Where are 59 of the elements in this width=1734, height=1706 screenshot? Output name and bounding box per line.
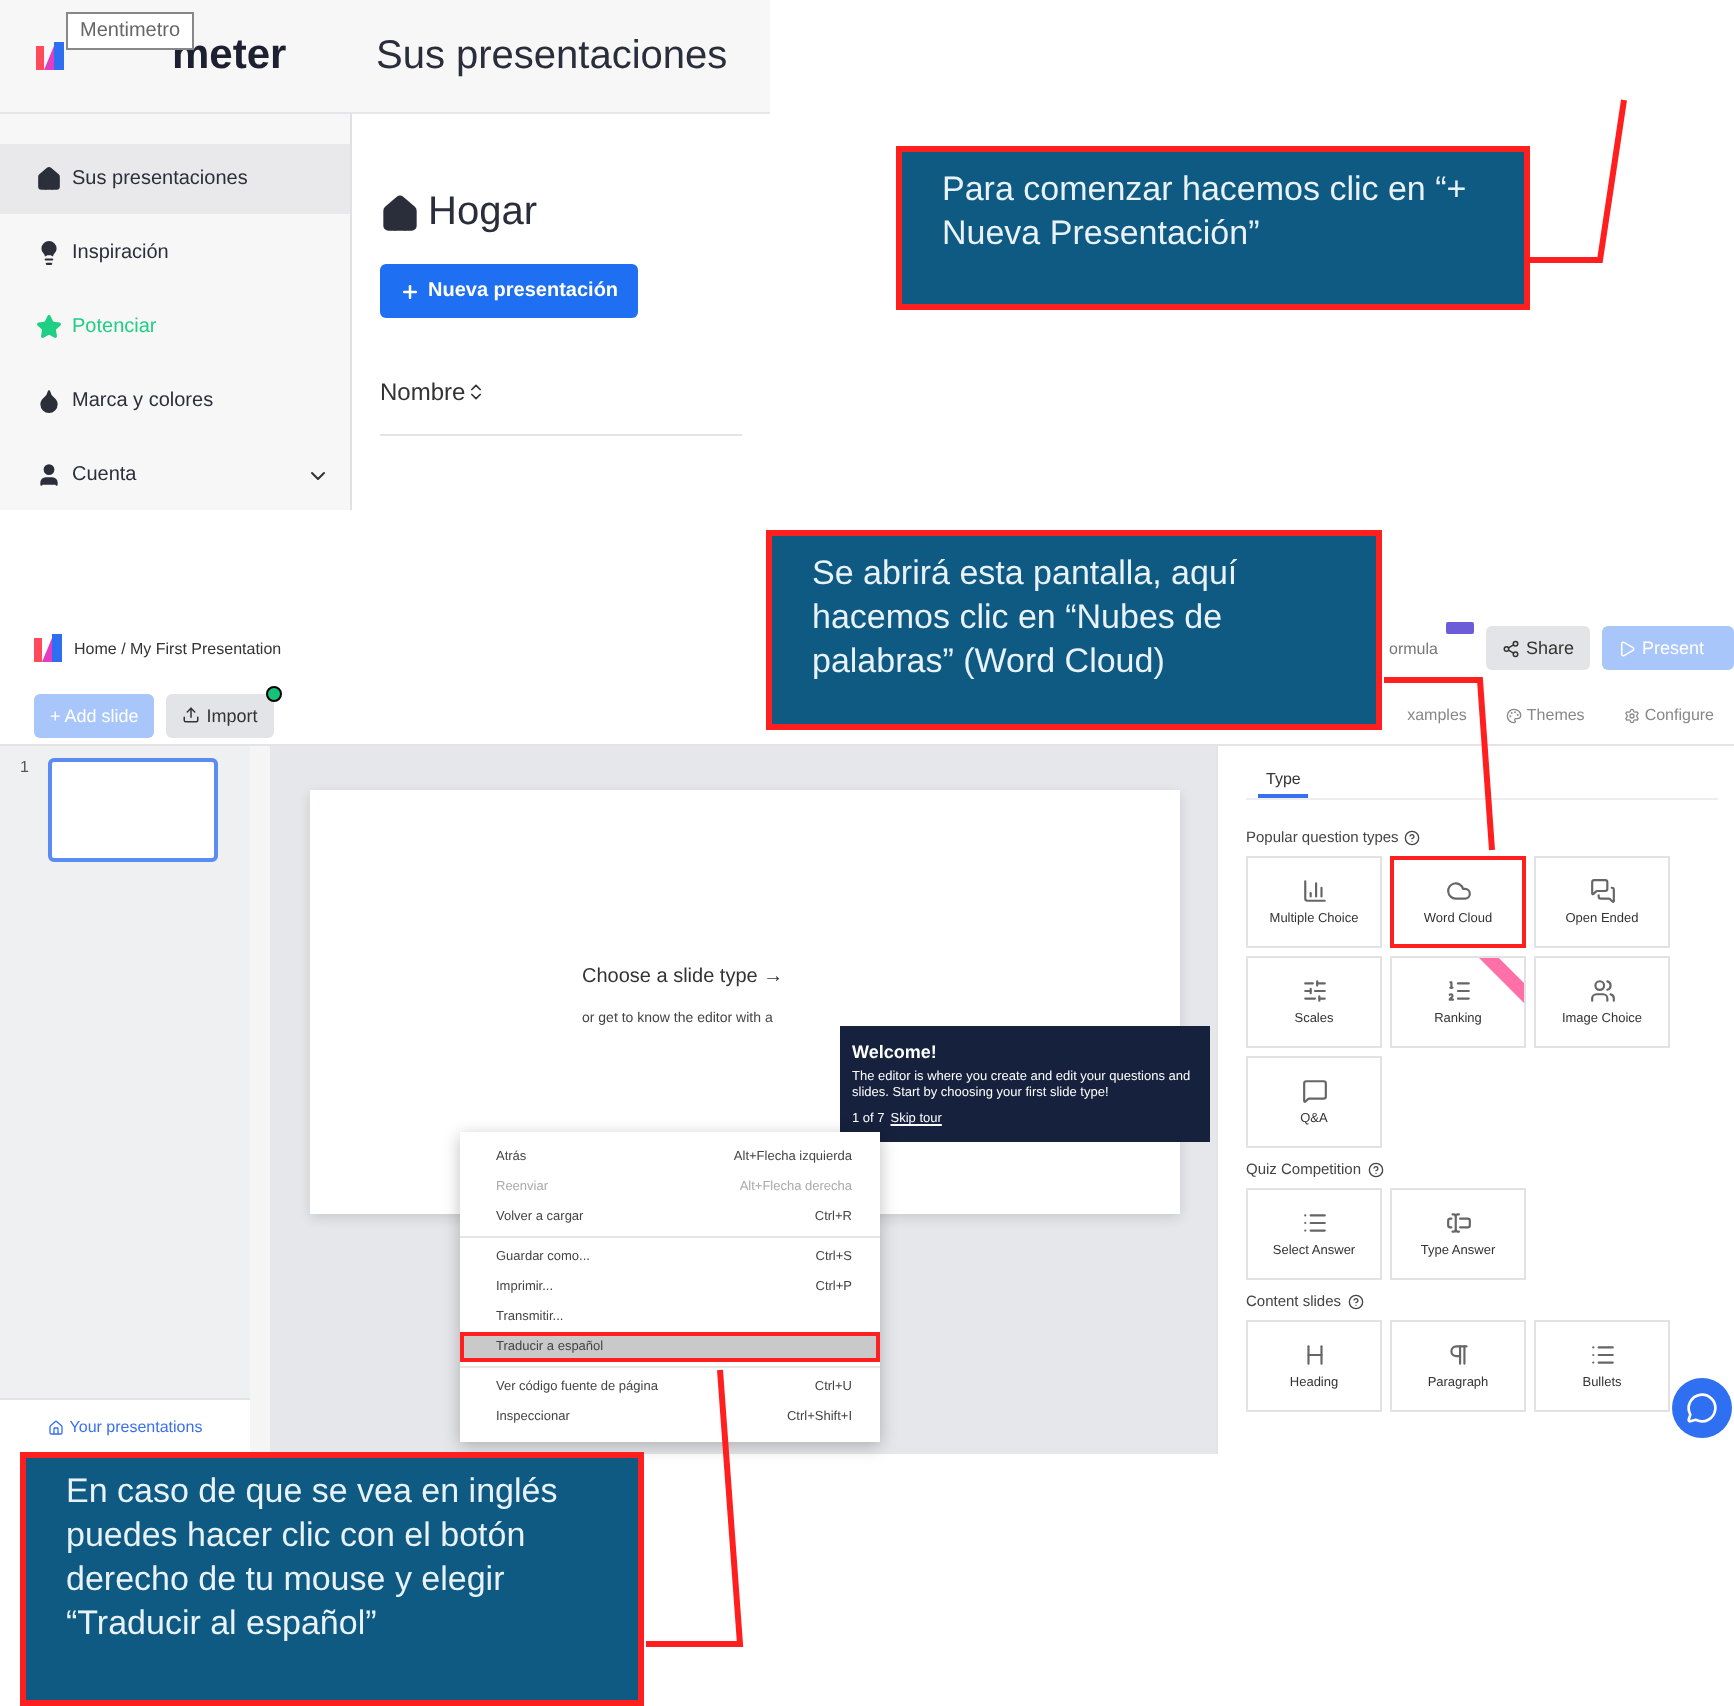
sidebar-item[interactable]: Inspiración — [0, 218, 350, 288]
user-icon — [36, 462, 62, 488]
sort-icon[interactable] — [465, 382, 486, 402]
list-icon — [1301, 1210, 1327, 1236]
callout: En caso de que se vea en inglés puedes hacer clic con el botón derecho de tu mouse y elegir “Traducir al español” — [20, 1452, 644, 1706]
settings-icon — [1624, 707, 1641, 723]
palette-icon — [1506, 707, 1523, 723]
star-icon — [36, 314, 62, 340]
share-button[interactable]: Share — [1485, 626, 1590, 670]
help-icon[interactable] — [1404, 829, 1421, 845]
callout: Para comenzar hacemos clic en “+ Nueva Presentación” — [896, 146, 1530, 310]
slide-prompt: Choose a slide type → — [582, 966, 786, 988]
tooltip-title: Welcome! — [852, 1042, 939, 1062]
qa-icon — [1301, 1078, 1327, 1104]
sidebar-item[interactable]: Cuenta — [0, 440, 350, 510]
help-icon[interactable] — [1347, 1293, 1364, 1309]
callout: Se abrirá esta pantalla, aquí hacemos clic en “Nubes de palabras” (Word Cloud) — [766, 530, 1382, 730]
new-presentation-button[interactable]: Nueva presentación — [380, 264, 639, 318]
share-icon — [1501, 639, 1520, 657]
bars-icon — [1301, 878, 1327, 904]
lightbulb-icon — [36, 240, 62, 266]
slide-thumbnail[interactable] — [48, 758, 219, 862]
tooltip: Mentimetro — [66, 12, 195, 50]
help-icon[interactable] — [1367, 1161, 1384, 1177]
paragraph-icon — [1445, 1342, 1471, 1368]
upload-icon — [182, 706, 201, 724]
chat-icon — [1589, 878, 1615, 904]
input-icon — [1445, 1210, 1471, 1236]
scrollbar[interactable] — [250, 746, 270, 1454]
beta-badge — [1445, 622, 1474, 634]
sidebar-item[interactable]: Marca y colores — [0, 366, 350, 436]
logo-icon — [34, 634, 62, 662]
list-icon — [1589, 1342, 1615, 1368]
plus-icon — [400, 281, 420, 301]
cloud-icon — [1445, 878, 1471, 904]
column-header: Nombre — [380, 378, 466, 406]
toolbar-link[interactable]: Themes — [1506, 706, 1585, 724]
ranking-icon — [1445, 978, 1471, 1004]
play-icon — [1618, 639, 1636, 657]
people-icon — [1589, 978, 1615, 1004]
sidebar-item[interactable]: Sus presentaciones — [0, 144, 350, 214]
section-heading: Hogar — [428, 190, 537, 236]
import-button[interactable]: Import — [166, 693, 274, 737]
toolbar-link[interactable]: xamples — [1407, 706, 1467, 724]
chat-button[interactable] — [1672, 1378, 1732, 1438]
drop-icon — [36, 388, 62, 414]
menu-label[interactable]: ormula — [1389, 639, 1438, 657]
panel-tab[interactable]: Type — [1258, 770, 1309, 798]
chat-icon — [1686, 1392, 1718, 1424]
toolbar-link[interactable]: Configure — [1624, 706, 1714, 724]
page-title: Sus presentaciones — [376, 33, 728, 79]
breadcrumb[interactable]: Home / My First Presentation — [74, 639, 282, 657]
logo-icon — [36, 42, 64, 70]
house-icon — [47, 1419, 64, 1435]
heading-icon — [1301, 1342, 1327, 1368]
house-icon — [36, 166, 62, 192]
house-icon — [380, 193, 420, 233]
sliders-icon — [1301, 978, 1327, 1004]
slide-number: 1 — [20, 758, 29, 776]
